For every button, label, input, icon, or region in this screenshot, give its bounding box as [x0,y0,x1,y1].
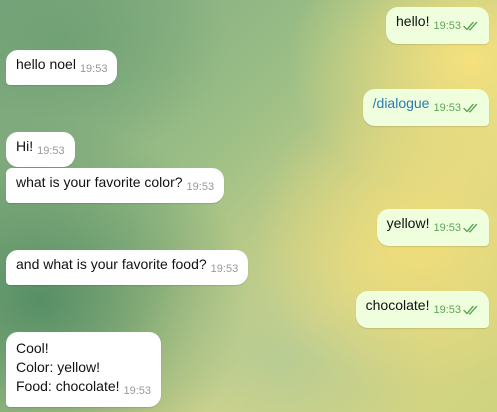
message-meta: 19:53 [433,301,479,322]
message-text: hello! [396,13,430,29]
message-time: 19:53 [79,63,108,75]
message-incoming: hello noel 19:53 [6,50,118,85]
double-check-icon [463,303,479,322]
message-incoming: and what is your favorite food? 19:53 [6,250,249,285]
message-meta: 19:53 [433,219,479,240]
message-time: 19:53 [37,145,65,157]
message-text: and what is your favorite food? [16,256,207,272]
message-time: 19:53 [433,102,461,114]
message-time: 19:53 [210,263,239,275]
message-time: 19:53 [123,385,152,397]
message-time: 19:53 [433,222,461,234]
message-line: Color: yellow! [16,359,101,375]
message-meta: 19:53 [433,17,479,38]
message-outgoing: chocolate! 19:53 [355,291,489,328]
message-incoming: Cool! Color: yellow! Food: chocolate! 19:… [6,332,162,407]
message-text: Hi! [16,138,34,154]
message-outgoing: hello! 19:53 [386,7,489,44]
bot-command-link[interactable]: /dialogue [373,95,430,111]
double-check-icon [463,19,479,38]
message-text: yellow! [386,215,430,231]
double-check-icon [463,101,479,120]
chat-history: hello! 19:53 hello noel 19:53 /dialogue 19:… [0,0,497,412]
message-meta: 19:53 [433,99,479,120]
message-incoming: Hi! 19:53 [6,132,75,167]
message-time: 19:53 [433,20,461,32]
message-text: chocolate! [365,297,430,313]
message-text: what is your favorite color? [16,174,183,190]
message-outgoing: /dialogue 19:53 [362,89,489,126]
double-check-icon [463,221,479,240]
message-outgoing: yellow! 19:53 [376,209,489,246]
message-time: 19:53 [433,304,461,316]
message-text: hello noel [16,56,76,72]
message-incoming: what is your favorite color? 19:53 [6,168,225,203]
message-time: 19:53 [186,181,215,193]
message-line: Food: chocolate! [16,378,120,394]
message-line: Cool! [16,340,49,356]
